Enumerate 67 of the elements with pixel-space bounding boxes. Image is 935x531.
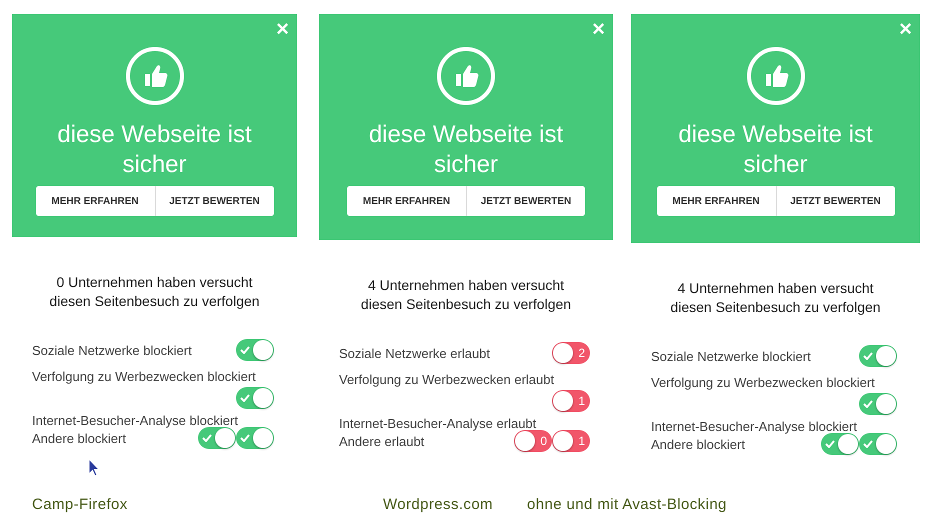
count-label: 0 bbox=[540, 434, 547, 448]
setting-label: Verfolgung zu Werbezwecken erlaubt bbox=[339, 372, 554, 386]
setting-label: Soziale Netzwerke blockiert bbox=[32, 342, 192, 358]
cursor-icon bbox=[88, 458, 100, 478]
tracker-summary: 0 Unternehmen haben versucht diesen Seitenbesuch zu verfolgen bbox=[48, 273, 261, 311]
toggle-knob bbox=[553, 431, 573, 451]
toggle-switch[interactable] bbox=[859, 433, 897, 455]
check-icon bbox=[240, 434, 250, 442]
toggle-knob bbox=[876, 394, 896, 414]
thumbs-up-icon bbox=[436, 46, 496, 106]
count-label: 2 bbox=[578, 346, 585, 360]
toggle-knob bbox=[253, 388, 273, 408]
setting-label: Internet-Besucher-Analyse erlaubt bbox=[339, 416, 536, 430]
setting-label: Andere blockiert bbox=[32, 430, 126, 446]
toggle-switch[interactable]: 1 bbox=[552, 390, 590, 412]
toggle-switch[interactable] bbox=[821, 433, 859, 455]
close-button[interactable]: × bbox=[276, 16, 289, 42]
setting-label: Soziale Netzwerke blockiert bbox=[651, 348, 811, 364]
toggle-switch[interactable] bbox=[236, 387, 274, 409]
setting-label: Andere erlaubt bbox=[339, 434, 424, 448]
toggle-knob bbox=[553, 343, 573, 363]
toggle-knob bbox=[838, 434, 858, 454]
toggle-switch[interactable]: 1 bbox=[552, 430, 590, 452]
toggle-knob bbox=[253, 428, 273, 448]
check-icon bbox=[202, 434, 212, 442]
caption: Wordpress.com bbox=[383, 496, 493, 513]
check-icon bbox=[863, 440, 873, 448]
check-icon bbox=[240, 394, 250, 402]
rate-button[interactable]: JETZT BEWERTEN bbox=[776, 186, 894, 216]
setting-label: Internet-Besucher-Analyse blockiert bbox=[651, 418, 857, 434]
toggle-switch[interactable] bbox=[198, 427, 236, 449]
toggle-knob bbox=[515, 431, 535, 451]
setting-label: Soziale Netzwerke erlaubt bbox=[339, 346, 490, 360]
check-icon bbox=[825, 440, 835, 448]
toggle-knob bbox=[553, 391, 573, 411]
toggle-switch[interactable]: 0 bbox=[514, 430, 552, 452]
toggle-switch[interactable] bbox=[236, 339, 274, 361]
close-button[interactable]: × bbox=[592, 16, 605, 42]
check-icon bbox=[240, 346, 250, 354]
rate-button[interactable]: JETZT BEWERTEN bbox=[154, 186, 274, 216]
setting-label: Internet-Besucher-Analyse blockiert bbox=[32, 412, 238, 428]
thumbs-up-icon bbox=[124, 46, 184, 106]
thumbs-up-icon bbox=[746, 46, 806, 106]
toggle-knob bbox=[876, 346, 896, 366]
check-icon bbox=[863, 400, 873, 408]
tracker-summary: 4 Unternehmen haben versucht diesen Seitenbesuch zu verfolgen bbox=[360, 276, 572, 314]
toggle-switch[interactable] bbox=[236, 427, 274, 449]
caption: Camp-Firefox bbox=[32, 496, 128, 513]
status-title: diese Webseite ist sicher bbox=[56, 120, 253, 180]
toggle-knob bbox=[876, 434, 896, 454]
status-title: diese Webseite ist sicher bbox=[368, 120, 564, 180]
count-label: 1 bbox=[578, 434, 585, 448]
tracker-summary: 4 Unternehmen haben versucht diesen Seitenbesuch zu verfolgen bbox=[669, 279, 882, 317]
close-button[interactable]: × bbox=[899, 16, 912, 42]
toggle-knob bbox=[215, 428, 235, 448]
toggle-switch[interactable] bbox=[859, 345, 897, 367]
setting-label: Andere blockiert bbox=[651, 436, 745, 452]
caption: ohne und mit Avast-Blocking bbox=[527, 496, 727, 513]
count-label: 1 bbox=[578, 394, 585, 408]
toggle-switch[interactable]: 2 bbox=[552, 342, 590, 364]
setting-label: Verfolgung zu Werbezwecken blockiert bbox=[32, 368, 256, 384]
check-icon bbox=[863, 352, 873, 360]
toggle-knob bbox=[253, 340, 273, 360]
rate-button[interactable]: JETZT BEWERTEN bbox=[466, 186, 585, 216]
setting-label: Verfolgung zu Werbezwecken blockiert bbox=[651, 374, 875, 390]
toggle-switch[interactable] bbox=[859, 393, 897, 415]
status-title: diese Webseite ist sicher bbox=[677, 120, 874, 180]
